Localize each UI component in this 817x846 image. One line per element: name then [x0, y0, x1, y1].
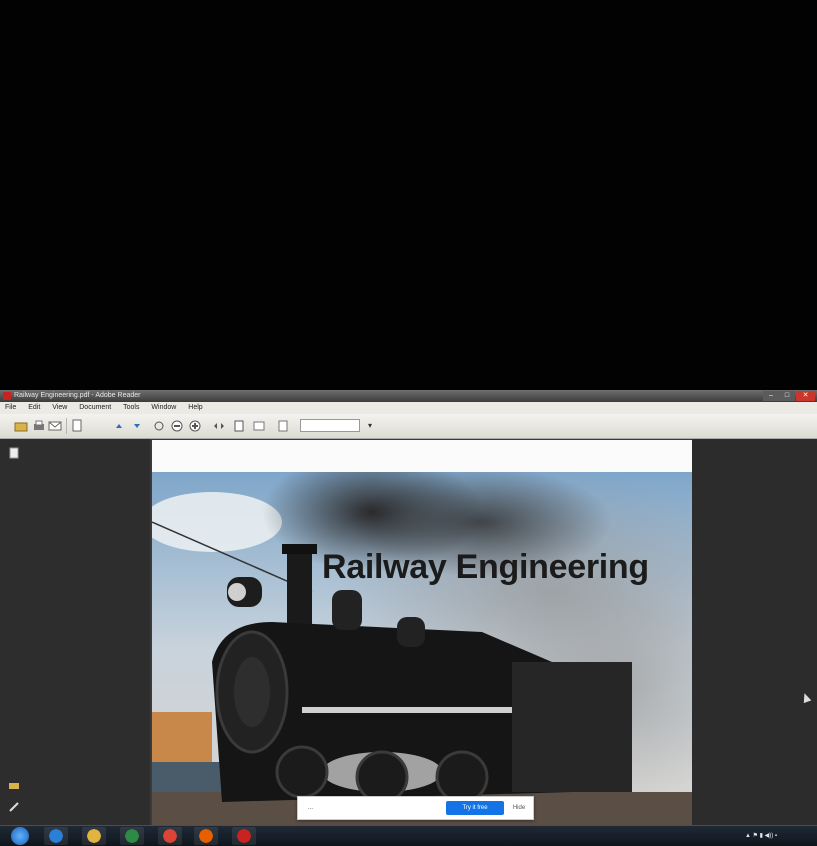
page-thumbnails-icon[interactable]: [8, 447, 20, 459]
fit-page-icon[interactable]: [232, 419, 246, 433]
notification-hide-button[interactable]: Hide: [510, 801, 528, 815]
system-tray[interactable]: ▲ ⚑ ▮ ◀)) ▪: [745, 826, 777, 846]
toolbar: ▾: [0, 414, 817, 439]
menu-file[interactable]: File: [0, 402, 21, 414]
zoom-out-icon[interactable]: [170, 419, 184, 433]
taskbar: ▲ ⚑ ▮ ◀)) ▪: [0, 825, 817, 846]
previous-page-icon[interactable]: [112, 419, 126, 433]
attachments-icon[interactable]: [8, 779, 20, 791]
fit-width-icon[interactable]: [212, 419, 226, 433]
menu-document[interactable]: Document: [74, 402, 116, 414]
minimize-button[interactable]: –: [763, 391, 779, 401]
file-explorer-icon[interactable]: [82, 827, 106, 845]
pages-icon[interactable]: [70, 419, 84, 433]
menu-window[interactable]: Window: [146, 402, 181, 414]
zoom-dropdown[interactable]: ▾: [362, 419, 378, 432]
notification-message: ...: [308, 805, 314, 811]
adobe-reader-icon[interactable]: [232, 827, 256, 845]
start-button[interactable]: [11, 827, 29, 845]
chrome-icon[interactable]: [158, 827, 182, 845]
window-title: Railway Engineering.pdf - Adobe Reader: [14, 392, 141, 399]
sign-icon[interactable]: [252, 419, 266, 433]
notification-primary-button[interactable]: Try it free: [446, 801, 504, 815]
maximize-button[interactable]: □: [779, 391, 795, 401]
zoom-in-icon[interactable]: [188, 419, 202, 433]
signature-pen-icon[interactable]: [8, 801, 20, 813]
pdf-page[interactable]: Railway Engineering: [152, 440, 692, 825]
adobe-reader-icon: [3, 392, 11, 400]
menu-tools[interactable]: Tools: [118, 402, 144, 414]
hand-tool-icon[interactable]: [152, 419, 166, 433]
navigation-panel: [0, 439, 150, 825]
comment-icon[interactable]: [276, 419, 290, 433]
slide-title: Railway Engineering: [322, 548, 649, 586]
menu-help[interactable]: Help: [183, 402, 207, 414]
menu-edit[interactable]: Edit: [23, 402, 45, 414]
promo-notification: ... Try it free Hide: [297, 796, 534, 820]
menu-view[interactable]: View: [47, 402, 72, 414]
window-titlebar[interactable]: Railway Engineering.pdf - Adobe Reader –…: [0, 390, 817, 402]
close-button[interactable]: ✕: [796, 391, 815, 401]
right-pane: [692, 439, 817, 825]
black-region: [0, 0, 817, 390]
internet-explorer-icon[interactable]: [44, 827, 68, 845]
page-number-input[interactable]: [300, 419, 360, 432]
email-icon[interactable]: [48, 419, 62, 433]
toolbar-separator: [66, 418, 67, 434]
open-icon[interactable]: [14, 419, 28, 433]
steam-locomotive-image: [152, 472, 692, 825]
excel-icon[interactable]: [120, 827, 144, 845]
firefox-icon[interactable]: [194, 827, 218, 845]
print-icon[interactable]: [32, 419, 46, 433]
next-page-icon[interactable]: [130, 419, 144, 433]
